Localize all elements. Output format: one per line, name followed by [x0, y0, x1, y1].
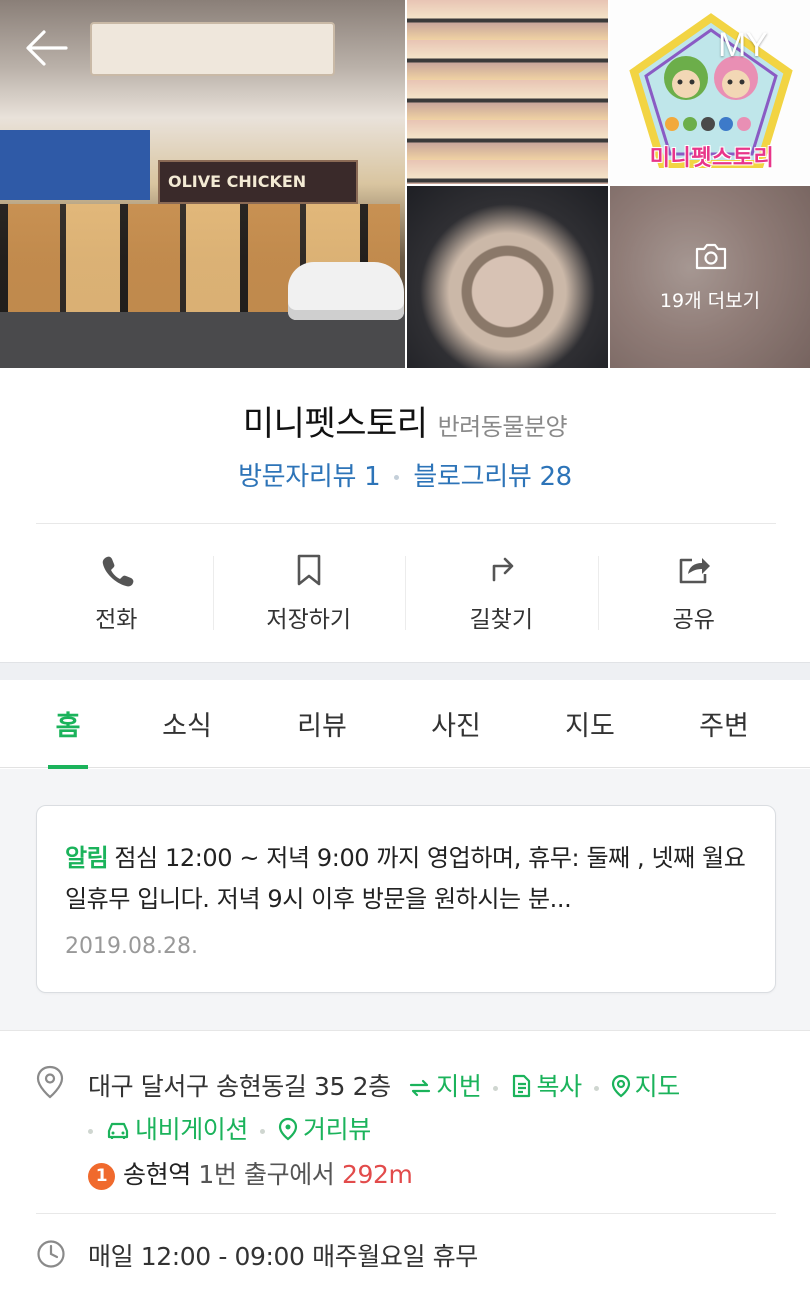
divider — [36, 523, 776, 524]
more-photos-button[interactable]: 19개 더보기 — [610, 186, 810, 368]
place-title-row: 미니펫스토리 반려동물분양 — [0, 396, 810, 445]
share-icon — [679, 558, 710, 584]
logo-text: 미니펫스토리 — [649, 146, 775, 171]
more-photos-label: 19개 더보기 — [659, 290, 761, 312]
tab-bar: 홈 소식 리뷰 사진 지도 주변 — [0, 680, 810, 769]
place-category: 반려동물분양 — [437, 413, 568, 441]
tab-reviews[interactable]: 리뷰 — [290, 680, 354, 768]
save-button[interactable]: 저장하기 — [212, 540, 406, 640]
action-bar: 전화 저장하기 길찾기 공유 — [20, 540, 790, 640]
share-button[interactable]: 공유 — [597, 540, 791, 640]
map-link[interactable]: 지도 — [611, 1072, 680, 1101]
tab-news[interactable]: 소식 — [155, 680, 219, 768]
blog-reviews-link[interactable]: 블로그리뷰 28 — [413, 462, 572, 492]
shelves-photo[interactable] — [407, 0, 608, 184]
camera-icon — [695, 243, 727, 270]
back-arrow-icon[interactable] — [22, 26, 70, 70]
store-sign: OLIVE CHICKEN — [158, 160, 358, 204]
directions-icon — [492, 557, 514, 582]
street-view-icon — [278, 1117, 298, 1141]
hedgehog-photo[interactable] — [407, 186, 608, 368]
directions-button[interactable]: 길찾기 — [405, 540, 598, 640]
copy-address-link[interactable]: 복사 — [510, 1072, 582, 1101]
call-button[interactable]: 전화 — [20, 540, 213, 640]
clock-icon — [37, 1240, 65, 1268]
station-distance: 292m — [341, 1160, 413, 1189]
photo-gallery: OLIVE CHICKEN 미니펫스토리 19개 더보기 MY — [0, 0, 810, 368]
swap-icon — [410, 1079, 431, 1097]
review-counts: 방문자리뷰 1 블로그리뷰 28 — [0, 456, 810, 493]
map-pin-icon — [611, 1074, 630, 1098]
notice-tag: 알림 — [65, 844, 109, 872]
subway-info: 1 송현역 1번 출구에서 292m — [88, 1155, 413, 1191]
place-name: 미니펫스토리 — [242, 404, 428, 444]
phone-icon — [102, 556, 134, 587]
navigation-link[interactable]: 내비게이션 — [105, 1115, 248, 1144]
notice-date: 2019.08.28. — [65, 934, 198, 959]
street-view-link[interactable]: 거리뷰 — [277, 1115, 371, 1144]
visitor-reviews-link[interactable]: 방문자리뷰 1 — [238, 462, 381, 492]
copy-icon — [513, 1074, 531, 1098]
my-button[interactable]: MY — [718, 26, 788, 70]
tab-map[interactable]: 지도 — [558, 680, 622, 768]
notice-card[interactable]: 알림 점심 12:00 ~ 저녁 9:00 까지 영업하며, 휴무: 둘째 , 넷… — [36, 805, 776, 993]
station-name: 송현역 — [123, 1160, 191, 1189]
station-exit: 1번 출구에서 — [198, 1160, 335, 1189]
divider — [36, 1213, 776, 1214]
tab-nearby[interactable]: 주변 — [692, 680, 756, 768]
location-pin-icon — [36, 1065, 64, 1099]
business-hours[interactable]: 매일 12:00 - 09:00 매주월요일 휴무 — [88, 1237, 478, 1273]
place-info: 대구 달서구 송현동길 35 2층 지번 복사 지도 내비게이션 거리뷰 1 송현역 1… — [0, 1030, 810, 1293]
car-icon — [107, 1122, 129, 1139]
bookmark-icon — [297, 554, 321, 586]
subway-line-badge: 1 — [88, 1163, 115, 1190]
tab-photos[interactable]: 사진 — [424, 680, 488, 768]
notice-text: 점심 12:00 ~ 저녁 9:00 까지 영업하며, 휴무: 둘째 , 넷째 … — [65, 844, 746, 913]
notice-section: 알림 점심 12:00 ~ 저녁 9:00 까지 영업하며, 휴무: 둘째 , 넷… — [0, 769, 810, 1030]
tab-home[interactable]: 홈 — [48, 680, 88, 769]
lot-number-link[interactable]: 지번 — [408, 1072, 482, 1101]
address-text: 대구 달서구 송현동길 35 2층 — [88, 1072, 391, 1101]
